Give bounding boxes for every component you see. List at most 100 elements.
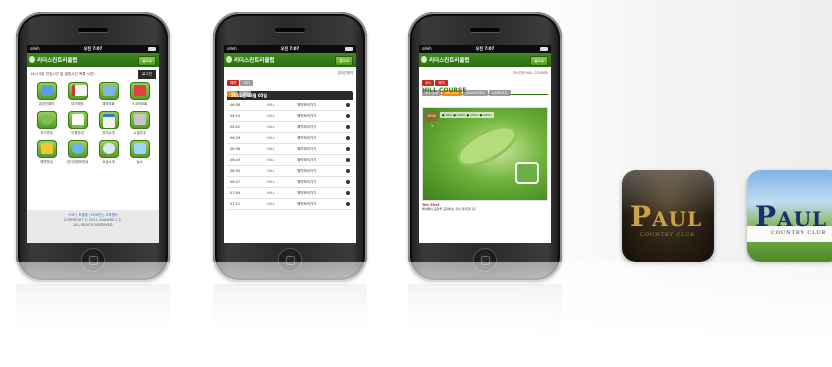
course-icon: [36, 111, 57, 129]
icon-brand-text: PAUL: [630, 200, 703, 233]
reflection-fade: [0, 262, 832, 367]
booking-status: 예약하러가기: [297, 202, 317, 206]
monitor-icon: [98, 82, 119, 100]
status-time: 오전 7:07: [83, 46, 103, 51]
menu-label: 날씨: [136, 160, 143, 164]
booking-status: 예약하러가기: [297, 114, 317, 118]
phone-screen: olleh 오전 7:07 리더스컨트리클럽 홈으로 예약대기 온라인예약 1부…: [224, 45, 356, 243]
money-icon: [98, 140, 119, 158]
home-button[interactable]: 홈으로: [138, 56, 156, 66]
list-item[interactable]: 06:08 HILL 예약하러가기: [227, 100, 353, 111]
tee-time-list: 06:08 HILL 예약하러가기 06:15 HILL 예약하러가기 06:22 HIL…: [227, 100, 353, 210]
tee-time: 06:36: [230, 147, 241, 151]
list-item[interactable]: 06:57 HILL 예약하러가기: [227, 177, 353, 188]
app-title: 리더스컨트리클럽: [37, 58, 78, 64]
tee-time: 07:11: [230, 202, 241, 206]
tab-valley-course[interactable]: VALLEY코스: [462, 90, 489, 96]
chevron-right-icon: [346, 191, 350, 195]
tab-booking[interactable]: 예약: [435, 80, 448, 86]
menu-item-reservation-check[interactable]: 예약조회: [93, 82, 124, 106]
menu-item-guide[interactable]: 이용안내: [62, 111, 93, 135]
menu-item-score[interactable]: 스코어조회: [124, 82, 155, 106]
booking-status: 예약하러가기: [297, 169, 317, 173]
clipboard-icon: [67, 82, 88, 100]
menu-label: 코스안내: [40, 131, 53, 135]
status-bar: olleh 오전 7:07: [419, 45, 551, 53]
app-title: 리더스컨트리클럽: [234, 58, 275, 64]
phone-screen: olleh 오전 7:07 리더스컨트리클럽 홈으로 코스 예약 코스안내 HIL…: [419, 45, 551, 243]
chevron-right-icon: [346, 114, 350, 118]
menu-item-condition[interactable]: 컨디션정보안내: [62, 140, 93, 164]
course-name: HILL: [267, 114, 275, 118]
weather-icon: [67, 140, 88, 158]
menu-label: 공지소개: [102, 131, 115, 135]
list-item[interactable]: 06:50 HILL 예약하러가기: [227, 166, 353, 177]
tab-lake-course[interactable]: LAKE코스: [489, 90, 511, 96]
menu-item-notice[interactable]: 공지소개: [93, 111, 124, 135]
scorecard-icon: [129, 82, 150, 100]
hole-selector: 123456789: [422, 97, 548, 115]
course-name: HILL: [267, 169, 275, 173]
tee-time: 06:43: [230, 158, 241, 162]
menu-item-weather[interactable]: 날씨: [124, 140, 155, 164]
tee-time: 06:08: [230, 103, 241, 107]
battery-icon: [148, 47, 156, 51]
app-icon-light[interactable]: PAUL COUNTRY CLUB: [747, 170, 832, 262]
course-name: HILL: [267, 147, 275, 151]
course-name: HILL: [267, 158, 275, 162]
list-item[interactable]: 06:29 HILL 예약하러가기: [227, 133, 353, 144]
menu-item-fees[interactable]: 요금소개: [93, 140, 124, 164]
footer: TOP | 도움말 | PC버전 | 고객센터 COPYRIGHT © 2011…: [27, 210, 159, 243]
club-logo-icon: [29, 56, 35, 63]
app-icon-dark[interactable]: PAUL COUNTRY CLUB: [622, 170, 714, 262]
status-bar: olleh 오전 7:07: [224, 45, 356, 53]
menu-grid: 온라인예약 대기예약 예약조회 스코어조회 코스안내 이용안내 공지소개 시설안…: [31, 82, 155, 164]
list-item[interactable]: 07:11 HILL 예약하러가기: [227, 199, 353, 210]
club-logo-icon: [421, 56, 427, 63]
hole-map: HOLE 1 ● 50m ● 100m ● 150m ● 200m: [422, 107, 548, 201]
menu-label: 이용안내: [71, 131, 84, 135]
chevron-right-icon: [346, 136, 350, 140]
course-name: HILL: [267, 202, 275, 206]
tab-booking[interactable]: 예약: [227, 80, 240, 86]
home-button[interactable]: 홈으로: [530, 56, 548, 66]
tee-time: 06:22: [230, 125, 241, 129]
course-name: HILL: [267, 136, 275, 140]
menu-item-waitlist[interactable]: 대기예약: [62, 82, 93, 106]
status-time: 오전 7:07: [475, 46, 495, 51]
speaker-grille: [78, 28, 108, 32]
app-header: 리더스컨트리클럽 홈으로: [224, 53, 356, 67]
menu-label: 온라인예약: [38, 102, 55, 106]
tab-course[interactable]: 코스: [422, 80, 435, 86]
tee-shot-text: 페어웨이 중앙을 공략하는 것이 유리합니다.: [422, 207, 477, 211]
list-item[interactable]: 06:36 HILL 예약하러가기: [227, 144, 353, 155]
tab-waitlist[interactable]: 대기: [240, 80, 253, 86]
menu-item-course[interactable]: 코스안내: [31, 111, 62, 135]
iphone-booking-list: olleh 오전 7:07 리더스컨트리클럽 홈으로 예약대기 온라인예약 1부…: [213, 12, 367, 282]
course-name: HILL: [267, 125, 275, 129]
list-item[interactable]: 06:43 HILL 예약하러가기: [227, 155, 353, 166]
list-item[interactable]: 06:22 HILL 예약하러가기: [227, 122, 353, 133]
chevron-right-icon: [346, 158, 350, 162]
rights-text: ALL RIGHTS RESERVED: [73, 223, 113, 227]
list-item[interactable]: 06:15 HILL 예약하러가기: [227, 111, 353, 122]
green-detail: [515, 162, 539, 184]
menu-label: 시설안내: [133, 131, 146, 135]
showcase-stage: olleh 오전 7:07 리더스컨트리클럽 홈으로 14시 9분 진입시간 및…: [0, 0, 832, 367]
menu-label: 컨디션정보안내: [66, 160, 89, 164]
home-button[interactable]: 홈으로: [335, 56, 353, 66]
facility-icon: [129, 111, 150, 129]
app-header: 리더스컨트리클럽 홈으로: [27, 53, 159, 67]
booking-status: 예약하러가기: [297, 191, 317, 195]
login-button[interactable]: 로그인: [138, 70, 156, 79]
distance-legend: ● 50m ● 100m ● 150m ● 200m: [440, 112, 494, 118]
status-bar: olleh 오전 7:07: [27, 45, 159, 53]
breadcrumb: 온라인예약: [337, 71, 353, 75]
list-item[interactable]: 07:04 HILL 예약하러가기: [227, 188, 353, 199]
menu-item-online-booking[interactable]: 온라인예약: [31, 82, 62, 106]
course-name: HILL: [267, 180, 275, 184]
menu-item-booking-guide[interactable]: 예약안내: [31, 140, 62, 164]
booking-status: 예약하러가기: [297, 136, 317, 140]
menu-item-facility[interactable]: 시설안내: [124, 111, 155, 135]
notice-icon: [98, 111, 119, 129]
